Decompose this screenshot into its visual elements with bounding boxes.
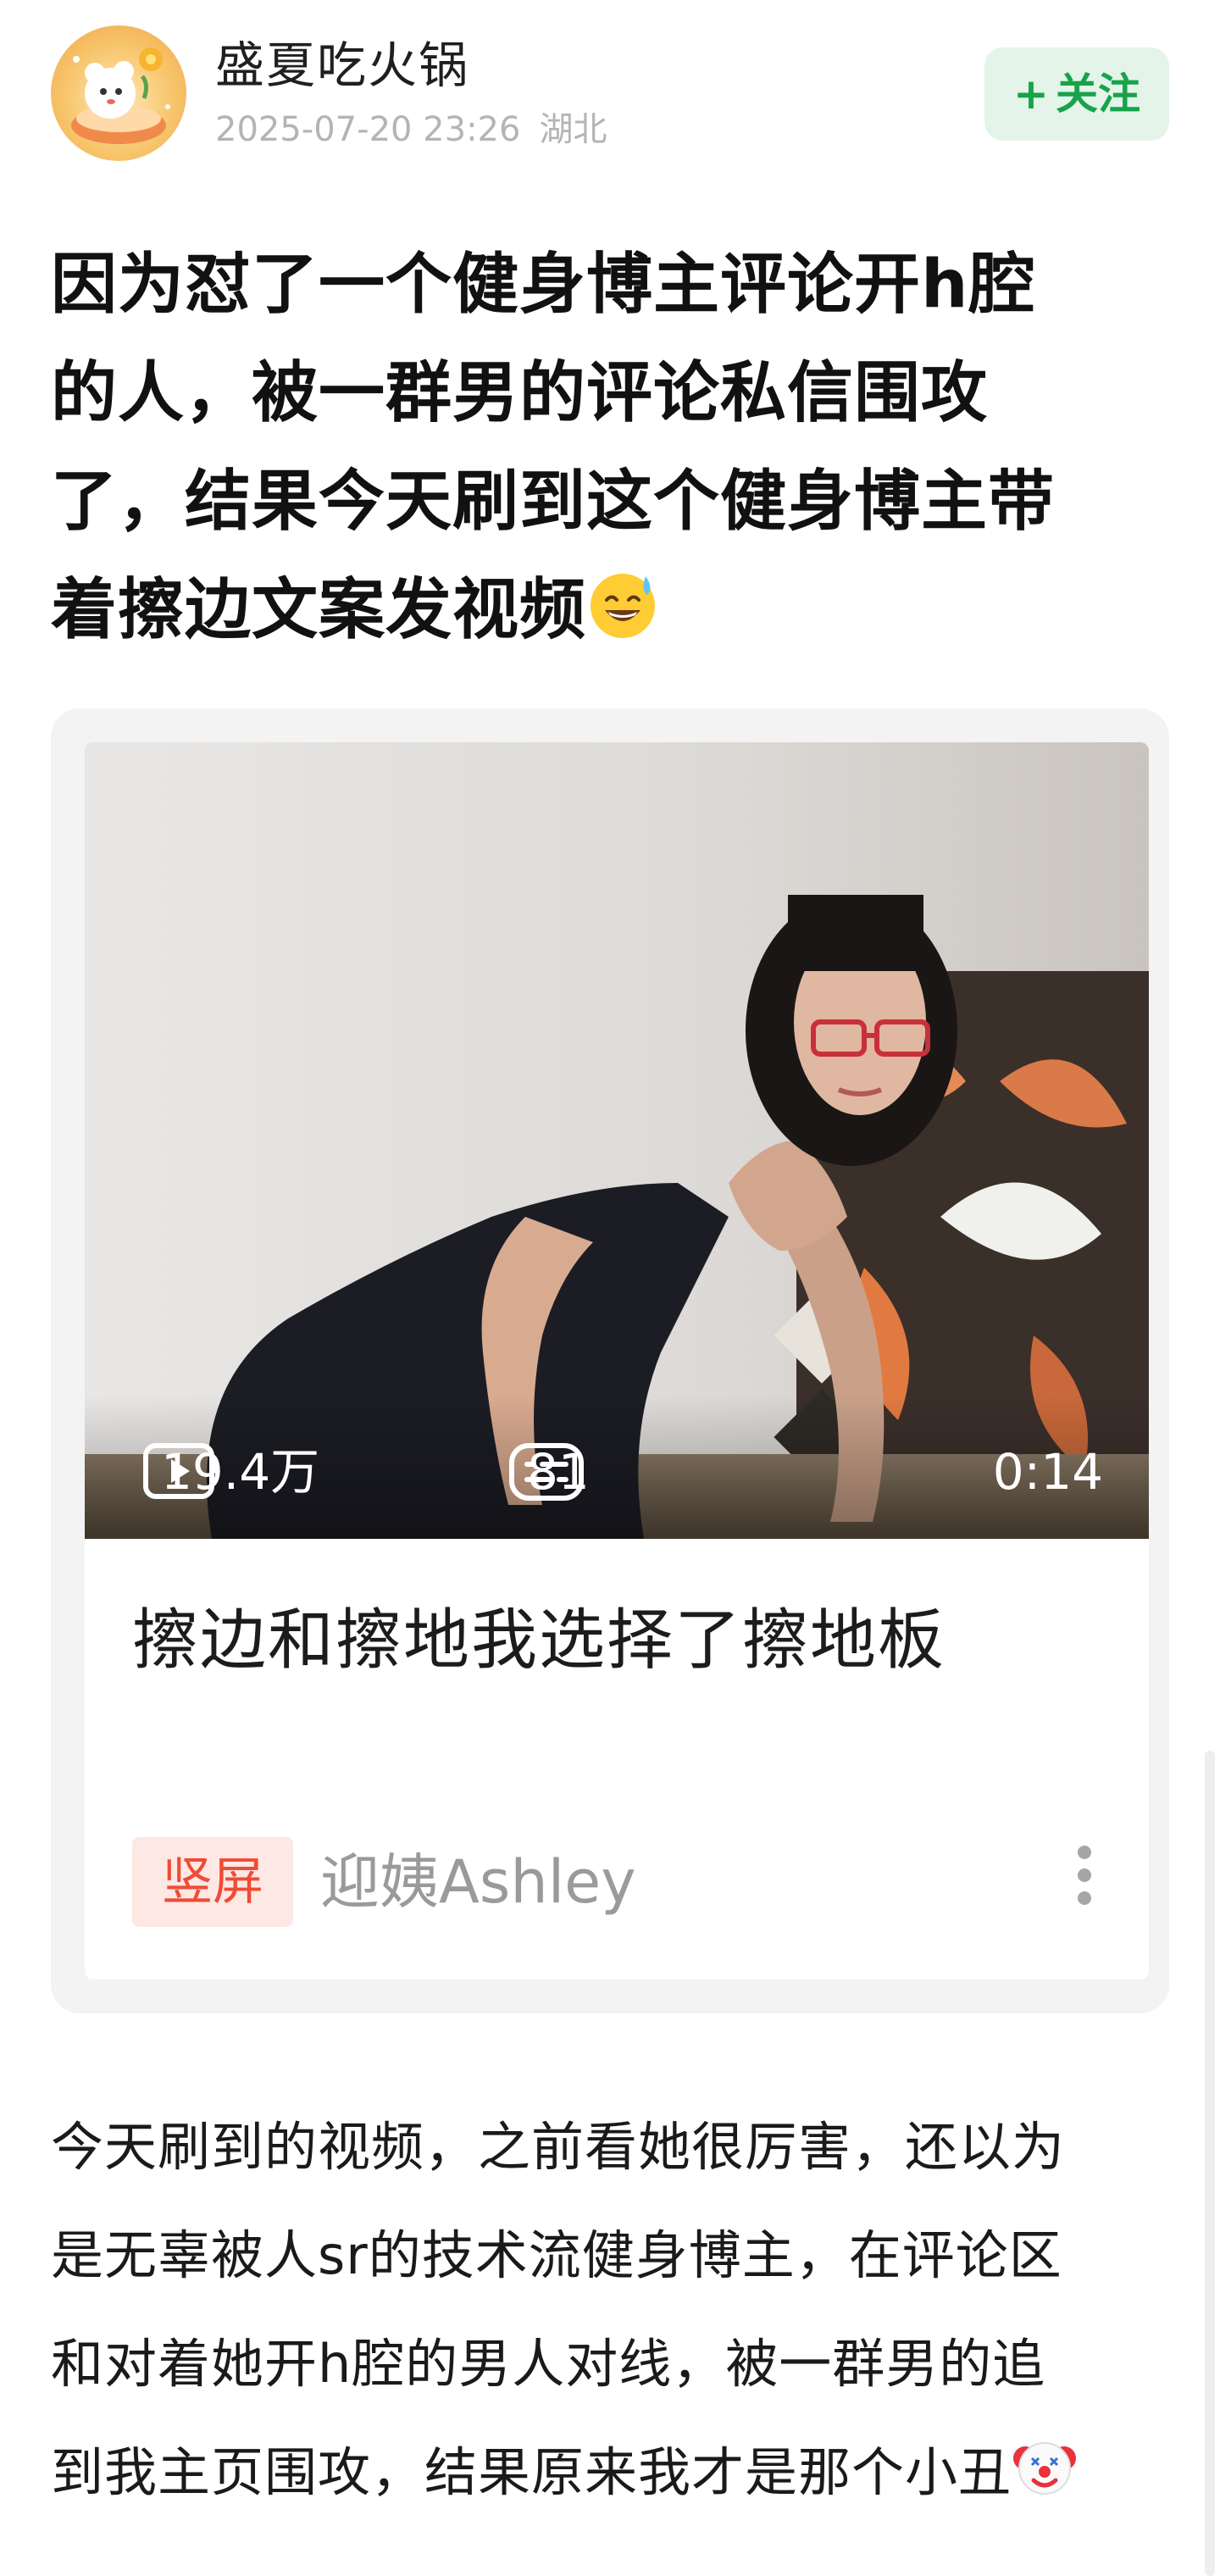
post-title-line-2: 的人，被一群男的评论私信围攻 — [51, 355, 989, 431]
video-card-footer: 竖屏 迎姨Ashley — [132, 1835, 1106, 1929]
post-body-line-2: 是无辜被人sr的技术流健身博主，在评论区 — [51, 2224, 1062, 2286]
post-title: 因为怼了一个健身博主评论开h腔 的人，被一群男的评论私信围攻 了，结果今天刷到这… — [51, 230, 1152, 664]
danmaku-count: 81 — [508, 1442, 590, 1502]
post-body: 今天刷到的视频，之前看她很厉害，还以为 是无辜被人sr的技术流健身博主，在评论区… — [51, 2093, 1169, 2527]
author-name[interactable]: 盛夏吃火锅 — [215, 36, 469, 95]
video-stats-overlay: 19.4万 81 0:14 — [85, 1395, 1149, 1539]
video-duration: 0:14 — [992, 1443, 1103, 1501]
channel-name[interactable]: 迎姨Ashley — [320, 1835, 636, 1929]
avatar-illustration — [71, 47, 170, 144]
video-thumbnail[interactable]: 19.4万 81 0:14 — [85, 742, 1149, 1539]
follow-button[interactable]: + 关注 — [984, 47, 1169, 141]
post-timestamp: 2025-07-20 23:26 — [215, 110, 521, 149]
avatar[interactable] — [51, 25, 186, 161]
clown-face-emoji-icon — [1013, 2442, 1077, 2495]
post-title-line-1: 因为怼了一个健身博主评论开h腔 — [51, 247, 1036, 323]
scrollbar[interactable] — [1205, 1751, 1215, 2576]
video-card[interactable]: 19.4万 81 0:14 擦边和擦地我选择了擦地板 竖屏 迎姨Ashley — [51, 708, 1169, 2013]
view-count: 19.4万 — [142, 1442, 319, 1502]
post-body-line-1: 今天刷到的视频，之前看她很厉害，还以为 — [51, 2116, 1066, 2178]
more-vertical-icon[interactable] — [1068, 1846, 1101, 1918]
plus-icon: + — [1013, 69, 1049, 119]
video-card-inner: 19.4万 81 0:14 擦边和擦地我选择了擦地板 竖屏 迎姨Ashley — [85, 742, 1149, 1979]
post-body-line-4: 到我主页围攻，结果原来我才是那个小丑 — [51, 2441, 1012, 2503]
post-meta: 2025-07-20 23:26 湖北 — [215, 108, 607, 151]
post-title-line-3: 了，结果今天刷到这个健身博主带 — [51, 464, 1056, 540]
post-location: 湖北 — [539, 110, 607, 149]
follow-label: 关注 — [1055, 69, 1140, 119]
vertical-video-tag: 竖屏 — [132, 1837, 293, 1927]
post-title-line-4: 着擦边文案发视频 — [51, 572, 587, 648]
video-title[interactable]: 擦边和擦地我选择了擦地板 — [132, 1598, 1106, 1683]
post-header: 盛夏吃火锅 2025-07-20 23:26 湖北 + 关注 — [51, 24, 1169, 168]
sweat-smile-emoji-icon — [591, 574, 656, 638]
post-body-line-3: 和对着她开h腔的男人对线，被一群男的追 — [51, 2333, 1046, 2395]
